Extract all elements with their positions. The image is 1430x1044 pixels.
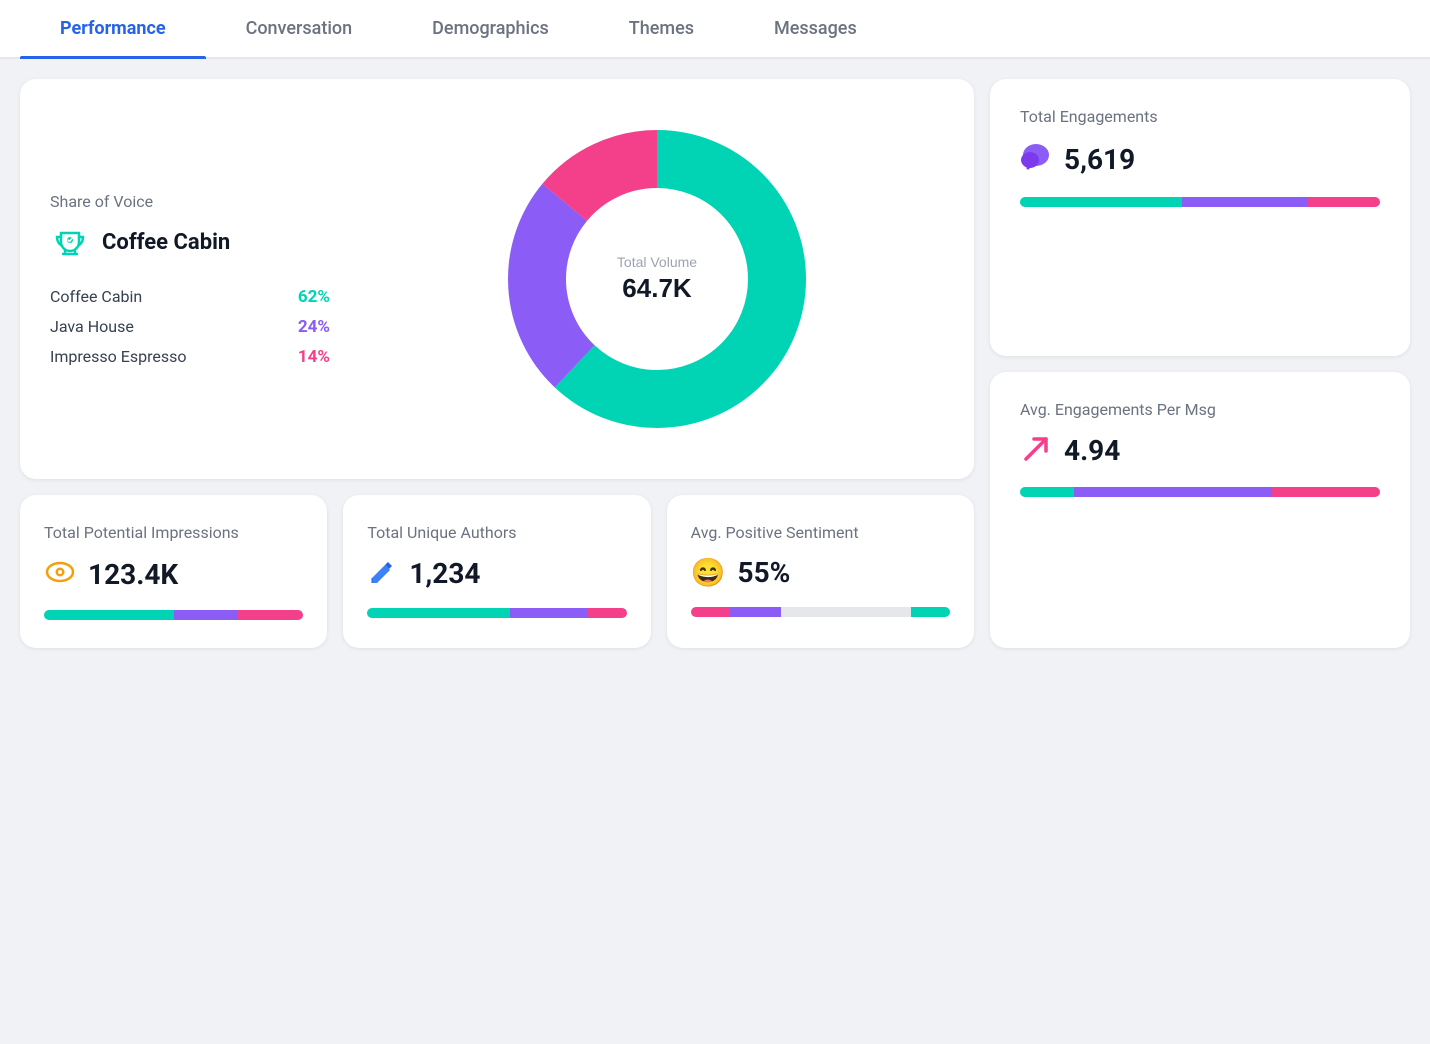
sov-legend: Share of Voice Coffee Cabin Coffee Cabin [50,192,330,367]
authors-title: Total Unique Authors [367,523,626,542]
sentiment-value-row: 😄 55% [691,556,950,589]
sov-pct-2: 14% [298,347,330,367]
authors-card: Total Unique Authors 1,234 [343,495,650,648]
tab-conversation[interactable]: Conversation [206,0,393,57]
authors-progress [367,608,626,618]
sentiment-progress [691,607,950,617]
chat-icon [1020,140,1052,179]
avg-progress-seg-pink [1272,487,1380,497]
engagements-progress [1020,197,1380,207]
auth-prog-purple [510,608,588,618]
auth-prog-pink [588,608,627,618]
imp-prog-purple [174,610,239,620]
impressions-progress [44,610,303,620]
tab-messages[interactable]: Messages [734,0,897,57]
impressions-value-row: 123.4K [44,556,303,592]
donut-svg: Total Volume 64.7K [487,109,827,449]
sov-item-impresso: Impresso Espresso 14% [50,347,330,367]
tab-themes[interactable]: Themes [589,0,734,57]
sov-winner-name: Coffee Cabin [102,230,230,255]
sov-brand-2: Impresso Espresso [50,347,186,366]
avg-progress-seg-teal [1020,487,1074,497]
avg-engagements-value-row: 4.94 [1020,433,1380,469]
sov-brand-0: Coffee Cabin [50,287,142,306]
impressions-card: Total Potential Impressions 123.4K [20,495,327,648]
engagements-value-row: 5,619 [1020,140,1380,179]
donut-chart: Total Volume 64.7K [370,109,944,449]
avg-engagements-card: Avg. Engagements Per Msg 4.94 [990,372,1410,649]
share-of-voice-card: Share of Voice Coffee Cabin Coffee Cabin [20,79,974,479]
sov-pct-0: 62% [298,287,330,307]
total-engagements-card: Total Engagements 5,619 [990,79,1410,356]
donut-center-label: Total Volume [617,254,697,270]
sent-prog-pink [691,607,730,617]
donut-center-value: 64.7K [622,273,692,303]
sov-item-java-house: Java House 24% [50,317,330,337]
sent-prog-gray [781,607,911,617]
sov-pct-1: 24% [298,317,330,337]
progress-seg-teal [1020,197,1182,207]
arrow-up-right-icon [1020,433,1052,469]
nav-tabs: Performance Conversation Demographics Th… [0,0,1430,59]
tab-performance[interactable]: Performance [20,0,206,57]
progress-seg-purple [1182,197,1308,207]
sov-items: Coffee Cabin 62% Java House 24% Impresso… [50,287,330,367]
authors-value-row: 1,234 [367,556,626,590]
auth-prog-teal [367,608,510,618]
sov-item-coffee-cabin: Coffee Cabin 62% [50,287,330,307]
engagements-value: 5,619 [1064,143,1135,176]
smiley-icon: 😄 [691,556,726,589]
avg-engagements-progress [1020,487,1380,497]
sov-brand-1: Java House [50,317,134,336]
impressions-title: Total Potential Impressions [44,523,303,542]
sentiment-title: Avg. Positive Sentiment [691,523,950,542]
avg-engagements-title: Avg. Engagements Per Msg [1020,400,1380,419]
imp-prog-teal [44,610,174,620]
tab-demographics[interactable]: Demographics [392,0,589,57]
avg-engagements-value: 4.94 [1064,434,1120,467]
sent-prog-teal [911,607,950,617]
authors-value: 1,234 [409,557,480,590]
engagements-title: Total Engagements [1020,107,1380,126]
imp-prog-pink [238,610,303,620]
sentiment-value: 55% [738,556,791,589]
sov-label: Share of Voice [50,192,330,211]
eye-icon [44,556,76,592]
bottom-row: Total Potential Impressions 123.4K T [20,495,974,648]
avg-progress-seg-purple [1074,487,1272,497]
progress-seg-pink [1308,197,1380,207]
trophy-icon [50,223,90,263]
impressions-value: 123.4K [88,558,178,591]
right-column: Total Engagements 5,619 Avg. Engagem [990,79,1410,648]
sent-prog-purple [730,607,782,617]
main-content: Share of Voice Coffee Cabin Coffee Cabin [0,59,1430,668]
sov-brand: Coffee Cabin [50,223,330,263]
sentiment-card: Avg. Positive Sentiment 😄 55% [667,495,974,648]
pencil-icon [367,556,397,590]
